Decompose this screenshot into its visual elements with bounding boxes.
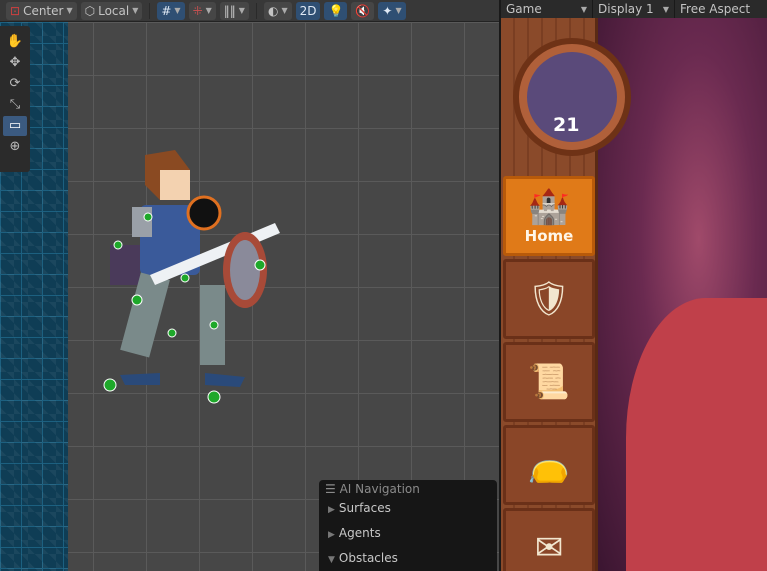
display-label: Display 1	[598, 2, 654, 16]
chevron-down-icon: ▼	[580, 4, 587, 14]
2d-toggle[interactable]: 2D	[295, 1, 321, 20]
foldout-obstacles[interactable]: ▼ Obstacles	[319, 546, 497, 571]
cube-icon: ⬡	[84, 3, 96, 18]
game-toolbar: Game ▼ Display 1 ▼ Free Aspect	[501, 0, 767, 18]
lighting-toggle[interactable]: 💡	[324, 1, 348, 20]
chevron-down-icon: ▼	[174, 6, 181, 15]
ruler-icon: ‖‖	[223, 3, 236, 18]
scene-toolbar: ⊡ Center ▼ ⬡ Local ▼ # ▼ ⁜ ▼ ‖‖ ▼ ◐ ▼ 2D 💡 🔇 ✦ ▼	[0, 0, 499, 22]
move-tool-icon[interactable]: ✥	[3, 53, 27, 73]
grid-visibility-button[interactable]: ‖‖ ▼	[219, 1, 249, 20]
chevron-down-icon: ▼	[66, 6, 73, 15]
chevron-down-icon: ▼	[281, 6, 288, 15]
menu-inventory-button[interactable]: 👝	[503, 425, 595, 505]
menu-mail-button[interactable]: ✉	[503, 508, 595, 571]
game-view[interactable]: Game ▼ Display 1 ▼ Free Aspect 🏰 Home 🛡 📜 👝…	[501, 0, 767, 571]
ai-navigation-header[interactable]: ☰ AI Navigation	[319, 480, 497, 496]
scale-tool-icon[interactable]: ⤡	[3, 95, 27, 115]
pivot-dropdown[interactable]: ⊡ Center ▼	[6, 1, 77, 20]
shading-icon: ◐	[267, 3, 279, 18]
triangle-down-icon: ▼	[328, 555, 335, 565]
display-dropdown[interactable]: Display 1 ▼	[593, 0, 675, 18]
view-label: Game	[506, 2, 542, 16]
chevron-down-icon: ▼	[395, 6, 402, 15]
snap-icon: ⁜	[192, 3, 203, 18]
foldout-surfaces[interactable]: ▶ Surfaces	[319, 496, 497, 521]
envelope-icon: ✉	[534, 528, 564, 568]
hand-tool-icon[interactable]: ✋	[3, 32, 27, 52]
pivot-label: Center	[23, 3, 64, 18]
speaker-icon: 🔇	[355, 3, 371, 18]
rect-tool-icon[interactable]: ▭	[3, 116, 27, 136]
shield-sword-icon: 🛡	[527, 279, 571, 319]
aspect-dropdown[interactable]: Free Aspect	[675, 0, 755, 18]
menu-quests-button[interactable]: 📜	[503, 342, 595, 422]
menu-label: Home	[524, 227, 574, 245]
rotate-tool-icon[interactable]: ⟳	[3, 74, 27, 94]
player-level: 21	[553, 114, 580, 136]
scroll-quill-icon: 📜	[527, 362, 571, 402]
ai-navigation-overlay: ☰ AI Navigation ▶ Surfaces ▶ Agents ▼ Obsta…	[319, 480, 497, 571]
triangle-right-icon: ▶	[328, 505, 335, 515]
chevron-down-icon: ▼	[205, 6, 212, 15]
audio-toggle[interactable]: 🔇	[351, 1, 375, 20]
menu-equipment-button[interactable]: 🛡	[503, 259, 595, 339]
dragon-shape	[626, 298, 767, 571]
divider	[149, 2, 151, 19]
triangle-right-icon: ▶	[328, 530, 335, 540]
2d-label: 2D	[299, 3, 317, 18]
pivot-icon: ⊡	[10, 3, 21, 18]
aspect-label: Free Aspect	[680, 2, 751, 16]
effects-icon: ✦	[382, 3, 393, 18]
chevron-down-icon: ▼	[662, 4, 669, 14]
foldout-label: Obstacles	[338, 551, 398, 565]
chevron-down-icon: ▼	[238, 6, 245, 15]
grid-icon: #	[161, 3, 172, 18]
drag-handle-icon[interactable]: ☰	[325, 482, 340, 496]
lightbulb-icon: 💡	[328, 3, 344, 18]
foldout-agents[interactable]: ▶ Agents	[319, 521, 497, 546]
bag-icon: 👝	[527, 445, 571, 485]
grid-snap-button[interactable]: # ▼	[157, 1, 185, 20]
view-dropdown[interactable]: Game ▼	[501, 0, 593, 18]
player-portrait[interactable]	[513, 38, 631, 156]
menu-home-button[interactable]: 🏰 Home	[503, 176, 595, 256]
tool-palette: ✋ ✥ ⟳ ⤡ ▭ ⊕	[0, 26, 30, 172]
foldout-label: Surfaces	[338, 501, 391, 515]
chevron-down-icon: ▼	[132, 6, 139, 15]
effects-button[interactable]: ✦ ▼	[378, 1, 406, 20]
character-sprite[interactable]	[90, 145, 290, 405]
increment-snap-button[interactable]: ⁜ ▼	[188, 1, 216, 20]
castle-icon: 🏰	[527, 187, 571, 227]
space-label: Local	[98, 3, 130, 18]
scene-view[interactable]: ⊡ Center ▼ ⬡ Local ▼ # ▼ ⁜ ▼ ‖‖ ▼ ◐ ▼ 2D 💡 🔇 ✦ ▼ …	[0, 0, 499, 571]
draw-mode-button[interactable]: ◐ ▼	[263, 1, 292, 20]
ai-navigation-title: AI Navigation	[339, 482, 420, 496]
transform-tool-icon[interactable]: ⊕	[3, 137, 27, 157]
foldout-label: Agents	[338, 526, 381, 540]
divider	[255, 2, 257, 19]
space-dropdown[interactable]: ⬡ Local ▼	[80, 1, 143, 20]
